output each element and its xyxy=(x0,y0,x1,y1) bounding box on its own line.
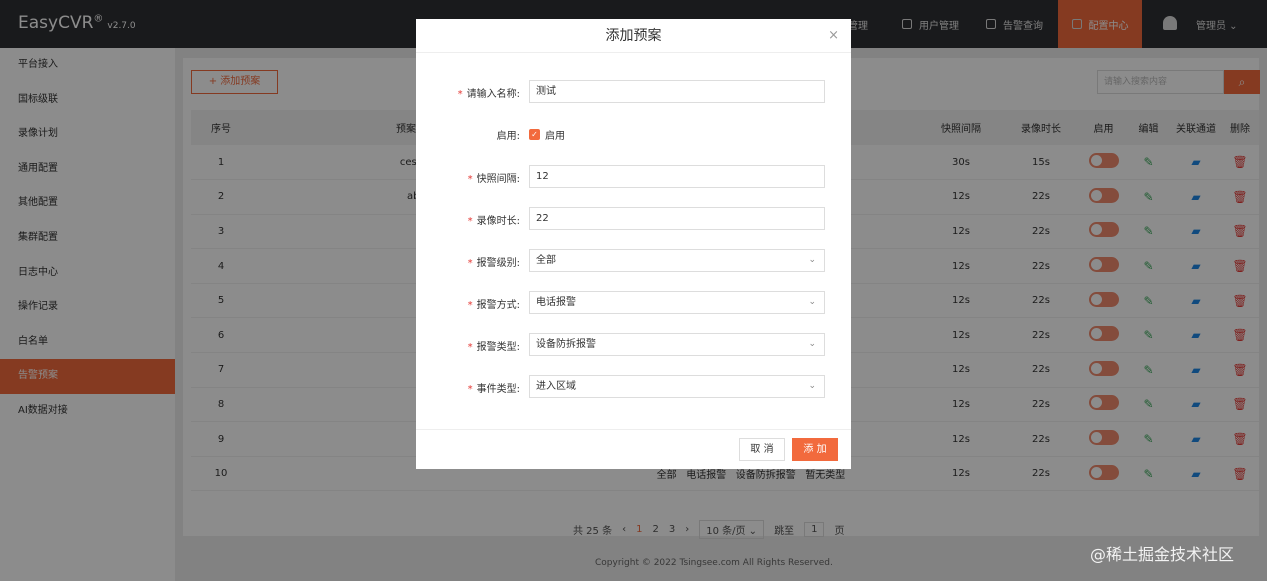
snap-interval-input[interactable]: 12 xyxy=(529,165,825,188)
rec-row: * 录像时长: 22 xyxy=(416,207,851,231)
event-row: * 事件类型: 进入区域 ⌄ xyxy=(416,375,851,399)
name-input[interactable]: 测试 xyxy=(529,80,825,103)
method-row: * 报警方式: 电话报警 ⌄ xyxy=(416,291,851,315)
alarm-type-select[interactable]: 设备防拆报警 ⌄ xyxy=(529,333,825,356)
close-icon[interactable]: × xyxy=(828,28,839,43)
chevron-down-icon: ⌄ xyxy=(808,255,816,265)
type-row: * 报警类型: 设备防拆报警 ⌄ xyxy=(416,333,851,357)
cancel-button[interactable]: 取 消 xyxy=(739,438,785,461)
enable-row: 启用: ✓ 启用 xyxy=(416,122,851,146)
snap-row: * 快照间隔: 12 xyxy=(416,165,851,189)
name-row: * 请输入名称: 测试 xyxy=(416,80,851,104)
confirm-add-button[interactable]: 添 加 xyxy=(792,438,838,461)
chevron-down-icon: ⌄ xyxy=(808,297,816,307)
watermark: @稀土掘金技术社区 xyxy=(1090,545,1235,564)
chevron-down-icon: ⌄ xyxy=(808,381,816,391)
dialog-footer: 取 消 添 加 xyxy=(416,429,851,469)
check-icon: ✓ xyxy=(529,129,540,140)
enable-checkbox[interactable]: ✓ 启用 xyxy=(529,127,565,142)
event-type-select[interactable]: 进入区域 ⌄ xyxy=(529,375,825,398)
chevron-down-icon: ⌄ xyxy=(808,339,816,349)
level-row: * 报警级别: 全部 ⌄ xyxy=(416,249,851,273)
alarm-method-select[interactable]: 电话报警 ⌄ xyxy=(529,291,825,314)
alarm-level-select[interactable]: 全部 ⌄ xyxy=(529,249,825,272)
dialog-title: 添加预案 xyxy=(416,19,851,53)
add-plan-dialog: 添加预案 × * 请输入名称: 测试 启用: ✓ 启用 * 快照间隔: 12 * 录像时… xyxy=(416,19,851,469)
record-duration-input[interactable]: 22 xyxy=(529,207,825,230)
